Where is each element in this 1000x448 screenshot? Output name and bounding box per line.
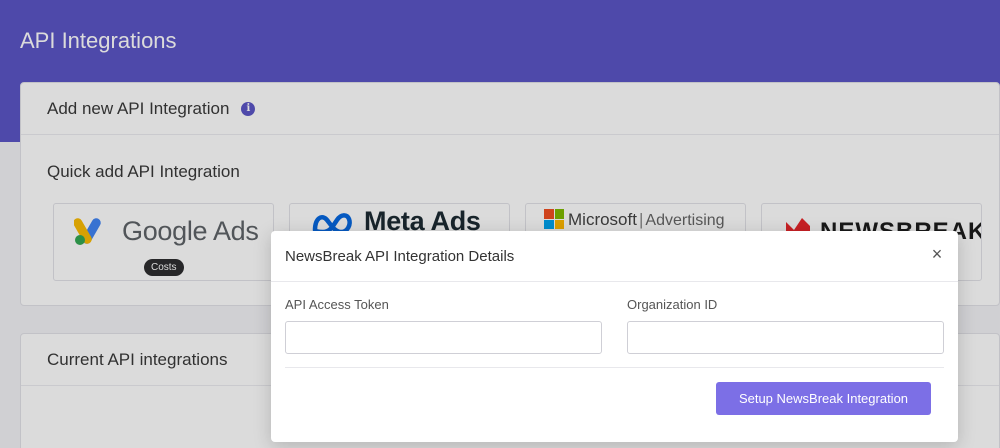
- organization-id-label: Organization ID: [627, 297, 718, 312]
- modal-divider: [285, 367, 944, 368]
- api-access-token-label: API Access Token: [285, 297, 389, 312]
- modal-title: NewsBreak API Integration Details: [285, 247, 515, 265]
- page: API Integrations Add new API Integration…: [0, 0, 1000, 448]
- organization-id-input[interactable]: [627, 321, 944, 354]
- newsbreak-integration-modal: NewsBreak API Integration Details × API …: [271, 231, 958, 442]
- modal-header: NewsBreak API Integration Details ×: [271, 231, 958, 282]
- setup-newsbreak-button[interactable]: Setup NewsBreak Integration: [716, 382, 931, 415]
- close-icon[interactable]: ×: [930, 245, 944, 263]
- api-access-token-input[interactable]: [285, 321, 602, 354]
